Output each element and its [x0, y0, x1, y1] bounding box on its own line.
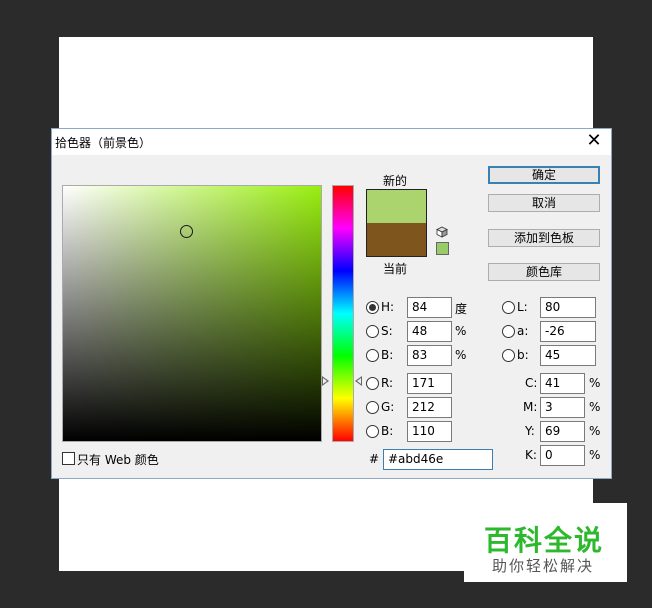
add-to-swatches-button[interactable]: 添加到色板 — [488, 229, 600, 247]
lab-a-label: a: — [517, 324, 529, 338]
black-input[interactable]: 0 — [540, 445, 585, 466]
current-color-label: 当前 — [383, 262, 408, 276]
magenta-label: M: — [523, 400, 538, 414]
hue-slider[interactable] — [332, 185, 354, 442]
black-label: K: — [525, 448, 537, 462]
red-input[interactable]: 171 — [407, 373, 452, 394]
hue-input[interactable]: 84 — [407, 297, 452, 318]
new-color-label: 新的 — [383, 174, 408, 188]
title-bar: 拾色器（前景色） ✕ — [52, 129, 611, 155]
blue-radio[interactable] — [366, 425, 379, 438]
close-icon[interactable]: ✕ — [585, 132, 603, 150]
red-radio[interactable] — [366, 377, 379, 390]
brightness-unit: % — [455, 348, 467, 362]
hue-slider-right-arrow-icon[interactable] — [355, 376, 362, 386]
ok-button[interactable]: 确定 — [488, 166, 600, 184]
yellow-unit: % — [589, 424, 601, 438]
lab-a-radio[interactable] — [502, 325, 515, 338]
lab-l-radio[interactable] — [502, 301, 515, 314]
web-colors-only-label: 只有 Web 颜色 — [77, 453, 159, 467]
blue-input[interactable]: 110 — [407, 421, 452, 442]
color-field-marker-icon[interactable] — [180, 225, 193, 238]
saturation-label: S: — [381, 324, 393, 338]
brightness-input[interactable]: 83 — [407, 345, 452, 366]
lab-a-input[interactable]: -26 — [540, 321, 596, 342]
saturation-radio[interactable] — [366, 325, 379, 338]
yellow-label: Y: — [525, 424, 535, 438]
new-color-swatch — [367, 190, 426, 223]
cyan-label: C: — [525, 376, 538, 390]
lab-l-input[interactable]: 80 — [540, 297, 596, 318]
watermark: 百科全说 助你轻松解决 — [464, 503, 627, 582]
green-label: G: — [381, 400, 395, 414]
cyan-input[interactable]: 41 — [540, 373, 585, 394]
hue-slider-left-arrow-icon[interactable] — [322, 376, 329, 386]
hue-unit: 度 — [455, 302, 468, 316]
lab-b-label: b: — [517, 348, 529, 362]
cancel-button[interactable]: 取消 — [488, 194, 600, 212]
cyan-unit: % — [589, 376, 601, 390]
lab-b-radio[interactable] — [502, 349, 515, 362]
black-unit: % — [589, 448, 601, 462]
magenta-unit: % — [589, 400, 601, 414]
current-color-swatch[interactable] — [367, 223, 426, 256]
watermark-subtitle: 助你轻松解决 — [492, 557, 595, 575]
brightness-label: B: — [381, 348, 394, 362]
blue-label: B: — [381, 424, 394, 438]
hex-label: # — [369, 452, 380, 466]
magenta-input[interactable]: 3 — [540, 397, 585, 418]
yellow-input[interactable]: 69 — [540, 421, 585, 442]
hue-radio[interactable] — [366, 301, 379, 314]
brightness-radio[interactable] — [366, 349, 379, 362]
color-picker-dialog: 拾色器（前景色） ✕ 新的 当前 确定 取消 添加到色板 颜色库 H: 84 度… — [51, 128, 612, 479]
web-colors-only-checkbox[interactable] — [62, 452, 75, 465]
color-preview — [366, 189, 427, 257]
green-radio[interactable] — [366, 401, 379, 414]
lab-l-label: L: — [517, 300, 528, 314]
color-field[interactable] — [62, 185, 322, 442]
color-libraries-button[interactable]: 颜色库 — [488, 263, 600, 281]
dialog-title: 拾色器（前景色） — [55, 136, 152, 150]
hue-label: H: — [381, 300, 395, 314]
web-safe-swatch[interactable] — [436, 242, 449, 255]
web-safe-cube-icon[interactable] — [436, 226, 448, 238]
green-input[interactable]: 212 — [407, 397, 452, 418]
red-label: R: — [381, 376, 394, 390]
hex-input[interactable]: #abd46e — [383, 449, 493, 470]
watermark-title: 百科全说 — [484, 524, 605, 557]
lab-b-input[interactable]: 45 — [540, 345, 596, 366]
saturation-input[interactable]: 48 — [407, 321, 452, 342]
saturation-unit: % — [455, 324, 467, 338]
